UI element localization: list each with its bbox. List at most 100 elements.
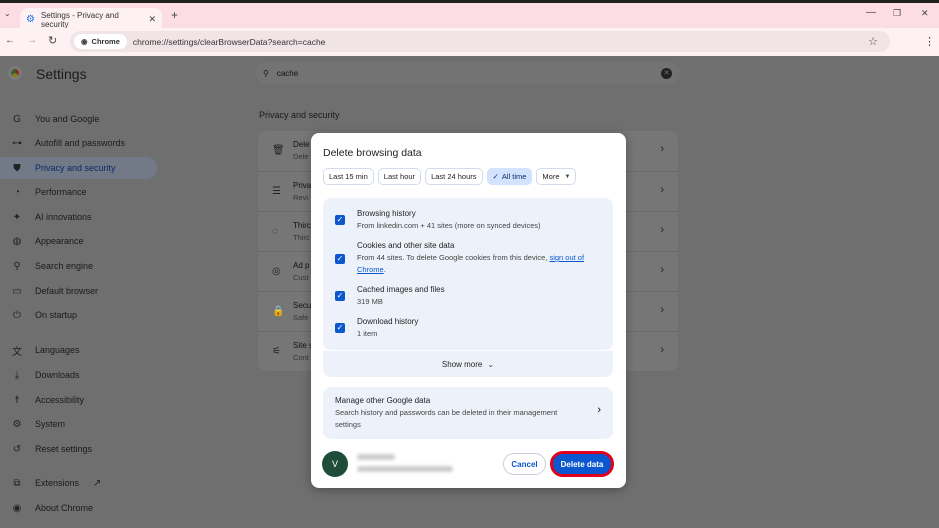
sidebar-item-privacy-and-security[interactable]: ⛊ Privacy and security bbox=[0, 157, 157, 179]
sidebar-item-label: Default browser bbox=[35, 286, 99, 296]
clear-search-icon[interactable]: ✕ bbox=[661, 67, 672, 79]
sidebar-item-system[interactable]: ⚙ System bbox=[0, 413, 157, 435]
reset-icon: ↺ bbox=[12, 443, 22, 455]
row-title: Dele bbox=[293, 140, 310, 149]
sidebar-item-ai-innovations[interactable]: ✦ AI innovations bbox=[0, 206, 157, 228]
checkbox[interactable]: ✓ bbox=[335, 323, 345, 333]
row-subtitle: Revi bbox=[293, 193, 309, 202]
site-settings-icon: ⚟ bbox=[272, 346, 281, 357]
manage-subtitle: Search history and passwords can be dele… bbox=[335, 408, 558, 429]
palette-icon: ◍ bbox=[12, 235, 22, 247]
chevron-right-icon: › bbox=[660, 143, 664, 155]
row-subtitle: Dele bbox=[293, 152, 309, 161]
sidebar-item-accessibility[interactable]: ☨ Accessibility bbox=[0, 389, 157, 411]
tab-title: Settings - Privacy and security bbox=[40, 10, 119, 29]
sidebar-item-label: System bbox=[35, 419, 66, 429]
row-title: Priva bbox=[293, 181, 312, 190]
dropdown-arrow-icon: ▼ bbox=[564, 173, 571, 180]
time-range-last-hour[interactable]: Last hour bbox=[377, 168, 422, 185]
new-tab-icon[interactable]: + bbox=[171, 8, 178, 22]
sidebar-item-label: Performance bbox=[35, 187, 87, 197]
sidebar-item-label: Languages bbox=[35, 345, 80, 355]
chevron-right-icon: › bbox=[660, 224, 664, 236]
reload-icon[interactable]: ↻ bbox=[48, 34, 57, 47]
site-info-chip[interactable]: ◉ Chrome bbox=[74, 34, 127, 49]
row-subtitle: Thirc bbox=[293, 233, 310, 242]
bookmark-star-icon[interactable]: ☆ bbox=[868, 35, 878, 48]
address-bar[interactable]: ◉ Chrome chrome://settings/clearBrowserDa… bbox=[70, 31, 890, 52]
close-icon[interactable]: ✕ bbox=[148, 14, 156, 25]
back-icon[interactable]: ← bbox=[5, 35, 15, 46]
key-icon: ⊶ bbox=[12, 137, 22, 149]
row-subtitle: Cust bbox=[293, 273, 309, 282]
sidebar-item-extensions[interactable]: ⧉ Extensions ↗ bbox=[0, 472, 157, 494]
time-range-last-24-hours[interactable]: Last 24 hours bbox=[425, 168, 483, 185]
sidebar-item-label: On startup bbox=[35, 310, 78, 320]
toolbar: ← → ↻ ◉ Chrome chrome://settings/clearBro… bbox=[0, 28, 939, 56]
menu-icon[interactable]: ⋮ bbox=[924, 35, 935, 48]
chevron-right-icon: › bbox=[660, 304, 664, 316]
sidebar-item-reset-settings[interactable]: ↺ Reset settings bbox=[0, 438, 157, 460]
sidebar-item-label: Privacy and security bbox=[35, 163, 116, 173]
tab-search-chevron-icon[interactable]: ⌄ bbox=[4, 9, 11, 18]
sidebar-item-about-chrome[interactable]: ◉ About Chrome bbox=[0, 497, 157, 519]
lock-icon: 🔒 bbox=[272, 306, 285, 317]
row-title: Thirc bbox=[293, 221, 311, 230]
account-email-blurred bbox=[357, 466, 453, 472]
manage-google-data-link[interactable]: Manage other Google data Search history … bbox=[323, 387, 613, 439]
time-range-more[interactable]: More ▼ bbox=[536, 168, 577, 185]
wrench-icon: ⚙ bbox=[12, 418, 22, 430]
time-range-all-time[interactable]: ✓ All time bbox=[486, 168, 533, 185]
settings-search[interactable]: ⚲ cache ✕ bbox=[255, 62, 680, 84]
checkbox[interactable]: ✓ bbox=[335, 254, 345, 264]
search-icon: ⚲ bbox=[13, 260, 21, 272]
sidebar-item-appearance[interactable]: ◍ Appearance bbox=[0, 230, 157, 252]
search-input[interactable]: cache bbox=[277, 69, 653, 78]
sidebar-item-label: Accessibility bbox=[35, 395, 85, 405]
option-label: Browsing history bbox=[357, 209, 416, 218]
sidebar-item-default-browser[interactable]: ▭ Default browser bbox=[0, 280, 157, 302]
speedometer-icon: ◔ bbox=[13, 186, 21, 198]
restore-icon[interactable]: ❐ bbox=[893, 8, 901, 19]
minimize-icon[interactable]: — bbox=[866, 7, 876, 18]
show-more-button[interactable]: Show more ⌄ bbox=[323, 351, 613, 377]
option-description: From linkedin.com + 41 sites (more on sy… bbox=[357, 221, 541, 230]
avatar-letter: V bbox=[331, 459, 338, 469]
option-description: From 44 sites. To delete Google cookies … bbox=[357, 253, 550, 262]
forward-icon[interactable]: → bbox=[27, 35, 37, 46]
checkbox[interactable]: ✓ bbox=[335, 215, 345, 225]
option-label: Cached images and files bbox=[357, 285, 445, 294]
sidebar-item-languages[interactable]: 文 Languages bbox=[0, 339, 157, 361]
sidebar: G You and Google ⊶ Autofill and passwords ⛊ P… bbox=[0, 56, 165, 528]
sidebar-item-downloads[interactable]: ⤓ Downloads bbox=[0, 364, 157, 386]
sidebar-item-performance[interactable]: ◔ Performance bbox=[0, 181, 157, 203]
row-title: Secu bbox=[293, 301, 312, 310]
time-range-label: Last hour bbox=[383, 172, 416, 181]
delete-data-button[interactable]: Delete data bbox=[550, 451, 614, 477]
time-range-selector: Last 15 min Last hour Last 24 hours ✓ All ti… bbox=[323, 168, 577, 185]
accessibility-icon: ☨ bbox=[14, 394, 20, 406]
sidebar-item-on-startup[interactable]: ⏻ On startup bbox=[0, 304, 157, 326]
checkbox[interactable]: ✓ bbox=[335, 291, 345, 301]
sidebar-item-label: Reset settings bbox=[35, 444, 93, 454]
cookie-icon: ◌ bbox=[272, 226, 278, 237]
show-more-label: Show more bbox=[441, 359, 483, 369]
sparkle-icon: ✦ bbox=[12, 211, 22, 223]
google-g-icon: G bbox=[13, 113, 21, 125]
chip-label: Chrome bbox=[91, 37, 120, 46]
translate-icon: 文 bbox=[12, 346, 22, 358]
chevron-right-icon: › bbox=[660, 344, 664, 356]
manage-title: Manage other Google data bbox=[335, 396, 431, 405]
external-link-icon: ↗ bbox=[92, 477, 102, 489]
cancel-button[interactable]: Cancel bbox=[503, 453, 546, 475]
chrome-icon: ◉ bbox=[12, 502, 22, 514]
sidebar-item-autofill-and-passwords[interactable]: ⊶ Autofill and passwords bbox=[0, 132, 157, 154]
sidebar-item-label: Search engine bbox=[35, 261, 94, 271]
account-name-blurred bbox=[357, 454, 395, 460]
window-close-icon[interactable]: ✕ bbox=[921, 8, 929, 19]
sidebar-item-you-and-google[interactable]: G You and Google bbox=[0, 108, 157, 130]
sidebar-item-label: Extensions bbox=[35, 478, 80, 488]
url-text: chrome://settings/clearBrowserData?searc… bbox=[132, 36, 326, 47]
time-range-last-15-min[interactable]: Last 15 min bbox=[323, 168, 374, 185]
sidebar-item-search-engine[interactable]: ⚲ Search engine bbox=[0, 255, 157, 277]
